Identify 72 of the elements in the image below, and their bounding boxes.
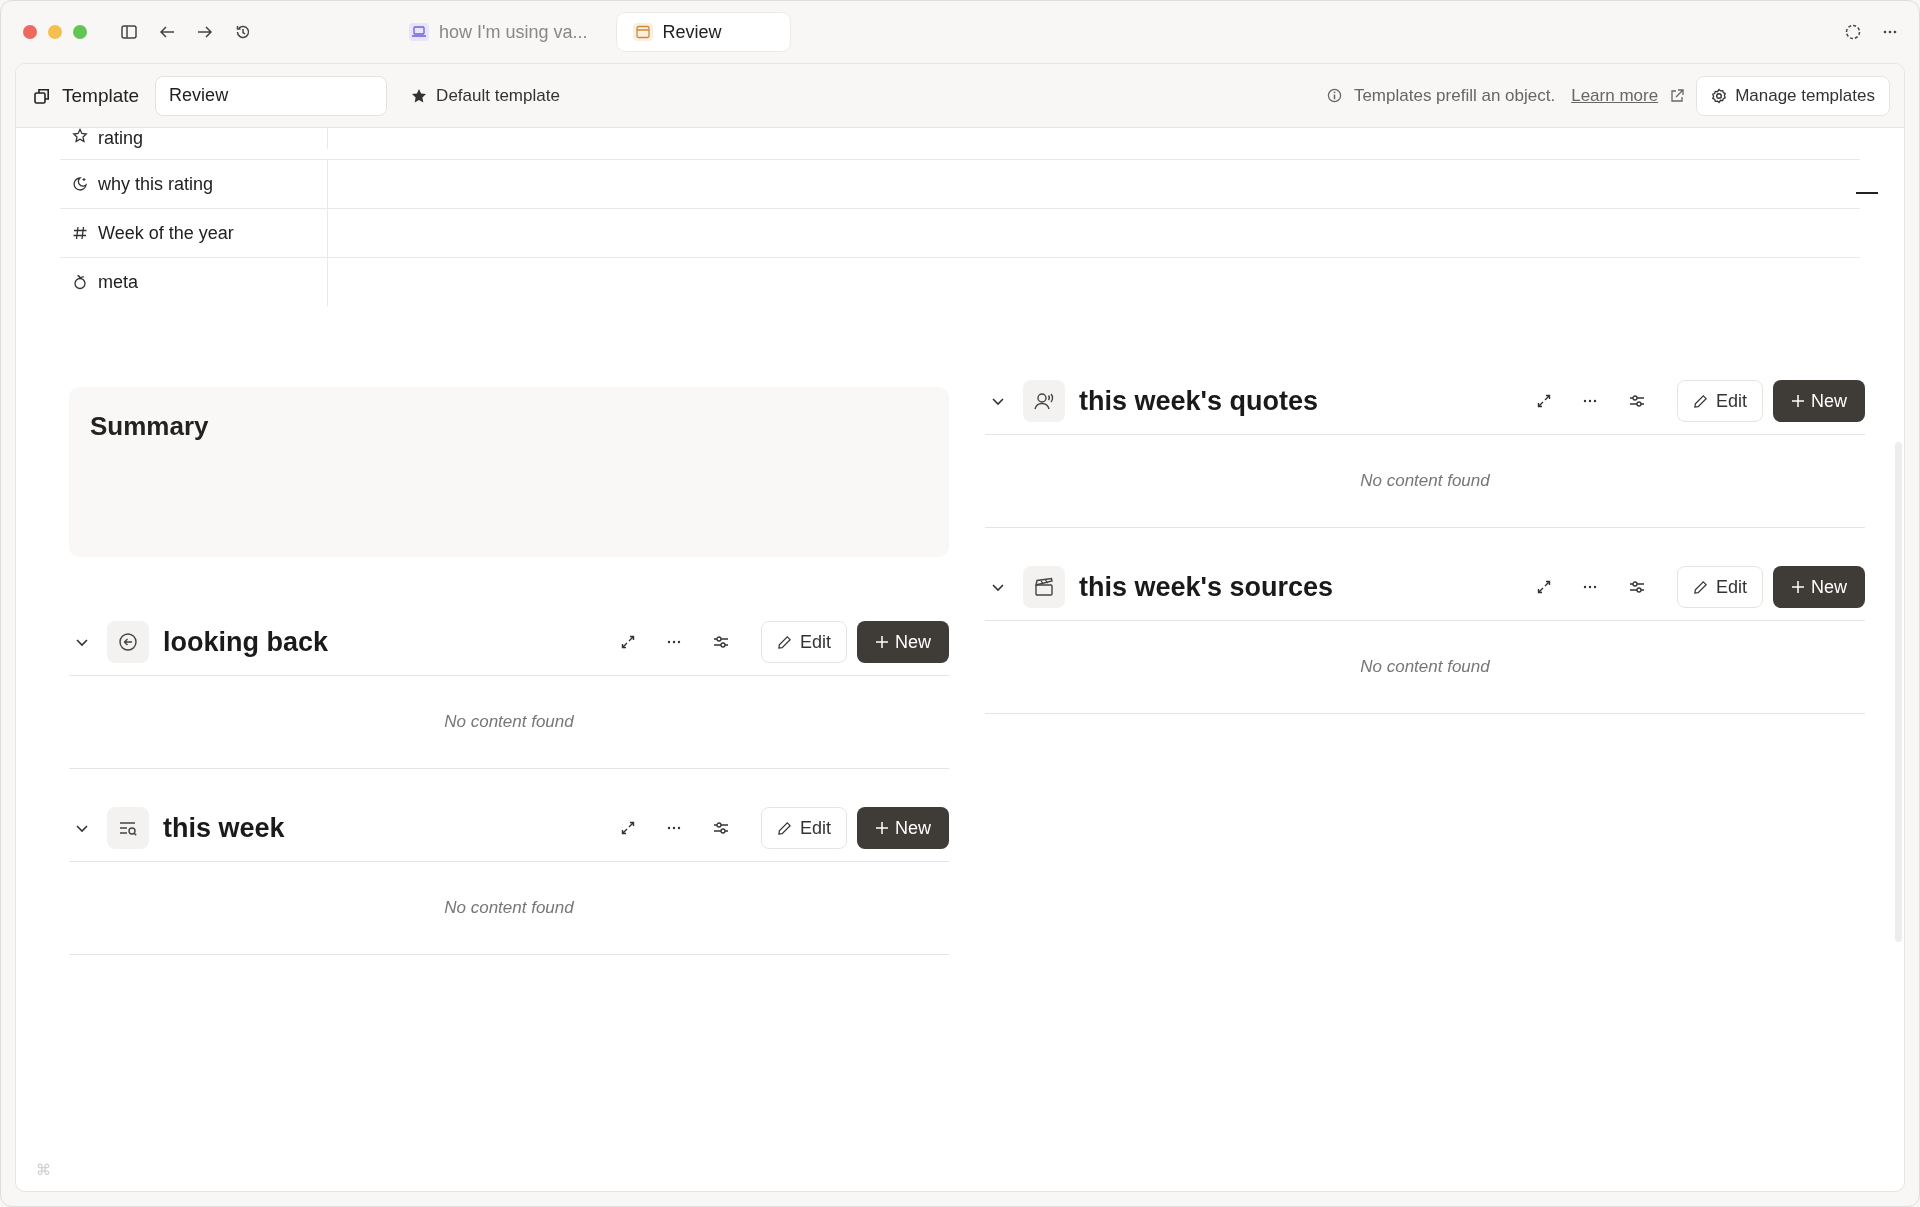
summary-card[interactable]: Summary bbox=[69, 387, 949, 557]
more-icon[interactable] bbox=[666, 826, 681, 830]
star-icon bbox=[72, 128, 88, 144]
filter-sliders-icon[interactable] bbox=[1628, 581, 1645, 593]
calendar-icon bbox=[632, 23, 653, 41]
moon-icon bbox=[72, 176, 88, 192]
more-icon[interactable] bbox=[666, 640, 681, 644]
edit-button[interactable]: Edit bbox=[760, 621, 847, 663]
more-icon[interactable] bbox=[1582, 399, 1597, 403]
plus-icon bbox=[875, 635, 889, 649]
section-title: this week's quotes bbox=[1079, 385, 1318, 417]
empty-message: No content found bbox=[444, 898, 574, 918]
copy-icon bbox=[34, 87, 50, 104]
property-name[interactable]: rating bbox=[98, 128, 144, 149]
sidebar-toggle-icon[interactable] bbox=[121, 25, 137, 39]
dash-mark bbox=[1856, 192, 1878, 194]
apple-icon bbox=[72, 274, 88, 290]
back-arrow-icon[interactable] bbox=[159, 25, 175, 39]
more-icon[interactable] bbox=[1582, 585, 1597, 589]
expand-icon[interactable] bbox=[620, 635, 635, 649]
summary-title: Summary bbox=[90, 411, 209, 441]
speaking-person-icon bbox=[1023, 380, 1065, 422]
section-title: looking back bbox=[163, 626, 329, 658]
edit-button[interactable]: Edit bbox=[1676, 566, 1763, 608]
new-button[interactable]: New bbox=[1773, 380, 1865, 422]
plus-icon bbox=[1791, 394, 1805, 408]
tab[interactable]: Review bbox=[615, 12, 791, 52]
property-name[interactable]: meta bbox=[98, 271, 139, 293]
property-name[interactable]: why this rating bbox=[98, 173, 214, 195]
forward-arrow-icon[interactable] bbox=[197, 25, 213, 39]
property-name[interactable]: Week of the year bbox=[98, 222, 234, 244]
list-search-icon bbox=[107, 807, 149, 849]
default-template-button[interactable]: Default template bbox=[399, 85, 572, 106]
pencil-icon bbox=[776, 634, 792, 650]
section-title: this week bbox=[163, 812, 285, 844]
filter-sliders-icon[interactable] bbox=[712, 822, 729, 834]
external-link-icon bbox=[1670, 88, 1685, 103]
filter-sliders-icon[interactable] bbox=[1628, 395, 1645, 407]
close-window-button[interactable] bbox=[23, 25, 37, 39]
learn-more-link[interactable]: Learn more bbox=[1571, 85, 1659, 106]
info-text: Templates prefill an object. bbox=[1353, 85, 1556, 106]
manage-templates-button[interactable]: Manage templates bbox=[1696, 75, 1890, 116]
more-icon[interactable] bbox=[1883, 30, 1897, 34]
section-title: this week's sources bbox=[1079, 571, 1334, 603]
new-button[interactable]: New bbox=[1773, 566, 1865, 608]
expand-icon[interactable] bbox=[1536, 394, 1551, 408]
pencil-icon bbox=[776, 820, 792, 836]
empty-message: No content found bbox=[444, 712, 574, 732]
pencil-icon bbox=[1692, 393, 1708, 409]
settings-icon bbox=[1711, 87, 1728, 104]
new-button[interactable]: New bbox=[857, 621, 949, 663]
pencil-icon bbox=[1692, 579, 1708, 595]
info-icon bbox=[1326, 88, 1342, 103]
star-icon bbox=[411, 87, 428, 104]
hash-icon bbox=[72, 225, 88, 241]
filter-sliders-icon[interactable] bbox=[712, 636, 729, 648]
sync-icon[interactable] bbox=[1845, 24, 1861, 40]
laptop-icon bbox=[409, 23, 429, 41]
empty-message: No content found bbox=[1360, 657, 1490, 677]
expand-icon[interactable] bbox=[620, 821, 635, 835]
template-name-field[interactable]: Review bbox=[155, 75, 388, 116]
plus-icon bbox=[1791, 580, 1805, 594]
edit-button[interactable]: Edit bbox=[1676, 380, 1763, 422]
empty-message: No content found bbox=[1360, 471, 1490, 491]
new-button[interactable]: New bbox=[857, 807, 949, 849]
template-title: Template bbox=[62, 84, 140, 107]
shortcut-hint: ⌘ bbox=[36, 1161, 51, 1179]
edit-button[interactable]: Edit bbox=[760, 807, 847, 849]
plus-icon bbox=[875, 821, 889, 835]
expand-icon[interactable] bbox=[1536, 580, 1551, 594]
clapperboard-icon bbox=[1023, 566, 1065, 608]
history-icon[interactable] bbox=[235, 24, 251, 40]
